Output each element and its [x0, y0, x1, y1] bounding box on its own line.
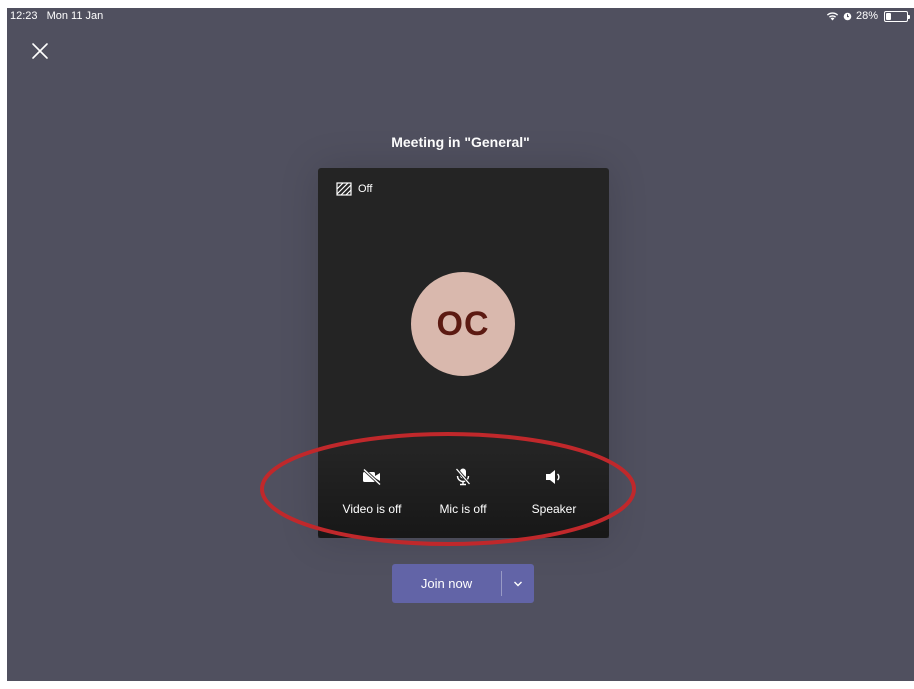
background-effects-icon — [336, 182, 352, 196]
video-off-icon — [362, 468, 382, 486]
speaker-toggle[interactable]: Speaker — [509, 466, 599, 516]
device-controls: Video is off Mic is off Speaker — [318, 450, 609, 538]
status-left: 12:23 Mon 11 Jan — [10, 9, 109, 23]
wifi-icon — [826, 12, 839, 21]
video-preview: Off OC Video is off Mic is off Speaker — [318, 168, 609, 538]
meeting-title: Meeting in "General" — [391, 134, 530, 150]
speaker-label: Speaker — [531, 502, 577, 516]
avatar: OC — [411, 272, 515, 376]
battery-percent: 28% — [855, 10, 878, 22]
status-right: 28% — [826, 9, 910, 23]
speaker-icon — [546, 470, 560, 484]
background-effects-button[interactable]: Off — [336, 182, 372, 196]
battery-level — [886, 12, 891, 20]
join-options-dropdown[interactable] — [502, 564, 534, 603]
app-screen: 12:23 Mon 11 Jan 28% Meeting in "General… — [7, 8, 914, 681]
video-toggle[interactable]: Video is off — [327, 466, 417, 516]
video-label: Video is off — [342, 502, 402, 516]
status-bar: 12:23 Mon 11 Jan 28% — [7, 8, 914, 24]
join-now-button[interactable]: Join now — [392, 564, 501, 603]
close-icon[interactable] — [31, 42, 49, 60]
alarm-icon — [843, 12, 852, 21]
mic-toggle[interactable]: Mic is off — [418, 466, 508, 516]
chevron-down-icon — [514, 581, 522, 586]
mic-off-icon — [455, 468, 471, 486]
battery-icon — [884, 10, 910, 22]
background-effects-label: Off — [358, 183, 373, 195]
status-date: Mon 11 Jan — [46, 10, 104, 22]
status-time: 12:23 — [10, 10, 38, 22]
mic-label: Mic is off — [439, 502, 487, 516]
avatar-initials: OC — [436, 304, 490, 343]
join-button-group: Join now — [392, 564, 534, 603]
